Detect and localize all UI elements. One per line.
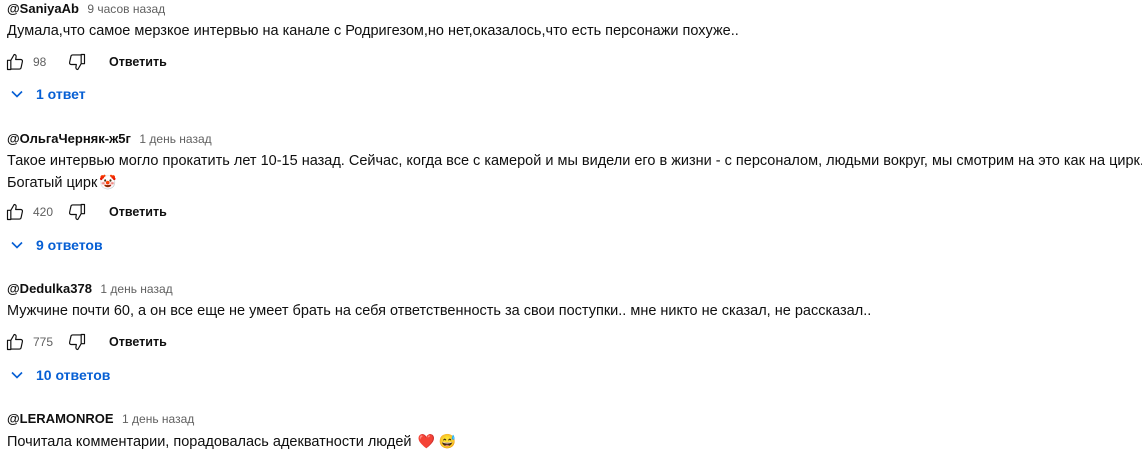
show-replies-button[interactable]: 10 ответов [10, 367, 110, 383]
comment-text: Мужчине почти 60, а он все еще не умеет … [7, 303, 872, 319]
show-replies-button[interactable]: 1 ответ [10, 86, 86, 102]
heart-emoji: ❤️ 😅 [417, 433, 457, 449]
clown-emoji: 🤡 [99, 174, 117, 190]
replies-count-label: 9 ответов [36, 237, 103, 253]
thumbs-up-icon[interactable] [5, 332, 25, 352]
thumbs-down-icon[interactable] [67, 332, 87, 352]
chevron-down-icon [10, 87, 24, 101]
comment-author[interactable]: @LERAMONROE [7, 411, 114, 426]
comment-header: @Dedulka378 1 день назад [7, 281, 173, 297]
thumbs-down-icon[interactable] [67, 52, 87, 72]
thumbs-up-icon[interactable] [5, 202, 25, 222]
chevron-down-icon [10, 368, 24, 382]
reply-button[interactable]: Ответить [109, 205, 167, 219]
like-count: 420 [33, 205, 54, 219]
replies-count-label: 1 ответ [36, 86, 86, 102]
reply-button[interactable]: Ответить [109, 335, 167, 349]
comment-text-continued: Богатый цирк [7, 175, 98, 191]
thumbs-up-icon[interactable] [5, 52, 25, 72]
comment-author[interactable]: @Dedulka378 [7, 281, 92, 296]
comment-actions: 775 Ответить [5, 331, 167, 353]
thumbs-down-icon[interactable] [67, 202, 87, 222]
comment-text: Почитала комментарии, порадовалась адекв… [7, 434, 412, 450]
comment-header: @ОльгаЧерняк-ж5г 1 день назад [7, 131, 212, 147]
comment-text: Такое интервью могло прокатить лет 10-15… [7, 153, 1142, 169]
comment-time[interactable]: 1 день назад [100, 282, 172, 296]
comment-header: @LERAMONROE 1 день назад [7, 411, 194, 427]
like-count: 775 [33, 335, 54, 349]
like-count: 98 [33, 55, 47, 69]
comment-text-line2: Богатый цирк 🤡 [7, 171, 117, 194]
comment-text-line: Почитала комментарии, порадовалась адекв… [7, 430, 456, 453]
chevron-down-icon [10, 238, 24, 252]
comment-actions: 420 Ответить [5, 201, 167, 223]
show-replies-button[interactable]: 9 ответов [10, 237, 103, 253]
comment-time[interactable]: 1 день назад [122, 412, 194, 426]
comment-header: @SaniyaAb 9 часов назад [7, 1, 165, 17]
replies-count-label: 10 ответов [36, 367, 111, 383]
reply-button[interactable]: Ответить [109, 55, 167, 69]
comment-time[interactable]: 9 часов назад [87, 2, 165, 16]
comment-actions: 98 Ответить [5, 51, 167, 73]
comment-text: Думала,что самое мерзкое интервью на кан… [7, 23, 739, 39]
comment-time[interactable]: 1 день назад [139, 132, 211, 146]
comment-author[interactable]: @ОльгаЧерняк-ж5г [7, 131, 131, 146]
comment-author[interactable]: @SaniyaAb [7, 1, 79, 16]
